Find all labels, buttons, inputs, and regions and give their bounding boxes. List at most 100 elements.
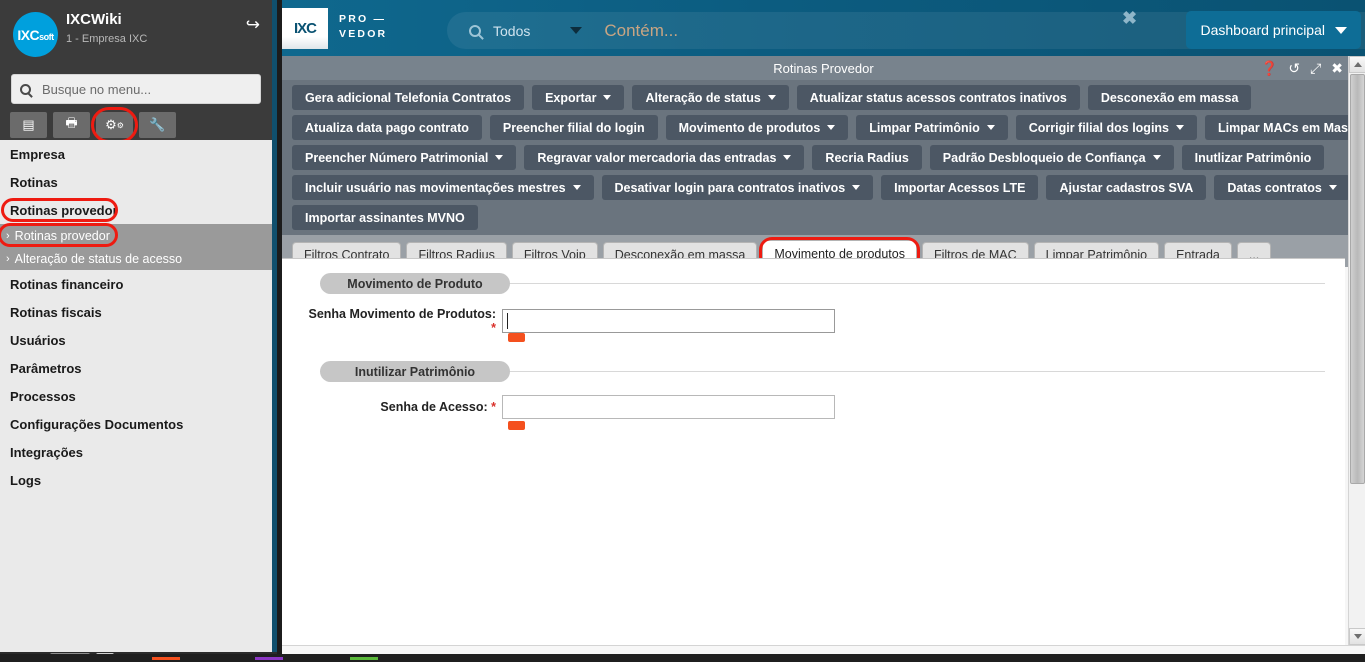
button-datas-contratos[interactable]: Datas contratos — [1214, 175, 1350, 200]
action-button-row: Importar assinantes MVNO — [282, 205, 1365, 230]
form-row-senha-de-acesso: Senha de Acesso: * — [302, 395, 1325, 430]
button-desconexao-em-massa[interactable]: Desconexão em massa — [1087, 85, 1252, 110]
sidebar-item-parametros[interactable]: Parâmetros — [0, 354, 272, 382]
highlight-ring-gears — [91, 107, 138, 143]
fieldset-legend: Movimento de Produto — [320, 273, 510, 294]
os-taskbar-strip — [0, 654, 1365, 662]
button-limpar-macs-em-massa[interactable]: Limpar MACs em Massa — [1205, 115, 1365, 140]
chevron-down-icon — [572, 185, 581, 190]
action-button-row: Preencher Número Patrimonial Regravar va… — [282, 145, 1365, 175]
global-search-input[interactable] — [602, 19, 1103, 42]
taskbar-item-2 — [255, 657, 283, 660]
screen-root: IXCsoft IXCWiki 1 - Empresa IXC ↪ ▤ 🖶 ⚙⚙… — [0, 0, 1365, 662]
button-alteracao-de-status[interactable]: Alteração de status — [632, 85, 789, 110]
sidebar-item-label: Parâmetros — [10, 360, 82, 376]
sidebar-item-integracoes[interactable]: Integrações — [0, 438, 272, 466]
sidebar-item-logs[interactable]: Logs — [0, 466, 272, 494]
chevron-down-icon[interactable] — [570, 27, 583, 34]
list-view-icon[interactable]: ▤ — [10, 112, 47, 138]
clear-search-icon[interactable]: ✖ — [1122, 8, 1137, 29]
menu-search-input[interactable] — [40, 80, 250, 98]
product-name: PRO — VEDOR — [339, 12, 387, 42]
button-preencher-filial-do-login[interactable]: Preencher filial do login — [489, 115, 658, 140]
required-marker: * — [491, 400, 496, 414]
product-line-2: VEDOR — [339, 28, 388, 40]
sidebar-item-rotinas-provedor[interactable]: Rotinas provedor — [0, 196, 272, 224]
sidebar-item-rotinas-fiscais[interactable]: Rotinas fiscais — [0, 298, 272, 326]
history-icon[interactable]: ↺ — [1288, 61, 1300, 75]
password-strength-indicator — [508, 421, 525, 430]
sidebar-tool-row: ▤ 🖶 ⚙ ⚙ 🔧 — [0, 107, 272, 143]
sidebar-subitem-rotinas-provedor[interactable]: › Rotinas provedor — [0, 223, 272, 247]
button-inutilizar-patrimonio[interactable]: Inutlizar Patrimônio — [1181, 145, 1325, 170]
sidebar-item-label: Rotinas provedor — [10, 202, 118, 218]
button-atualizar-status-acessos-contratos-inativos[interactable]: Atualizar status acessos contratos inati… — [796, 85, 1080, 110]
button-gera-adicional-telefonia-contratos[interactable]: Gera adicional Telefonia Contratos — [292, 85, 525, 110]
button-label: Gera adicional Telefonia Contratos — [305, 90, 512, 105]
chevron-down-icon — [827, 125, 836, 130]
button-incluir-usuario-nas-movimentacoes-mestres[interactable]: Incluir usuário nas movimentações mestre… — [292, 175, 594, 200]
sidebar-item-rotinas[interactable]: Rotinas — [0, 168, 272, 196]
brand-subtitle: 1 - Empresa IXC — [66, 33, 148, 45]
gears-icon[interactable]: ⚙ ⚙ — [91, 107, 138, 143]
ixc-logo-text: IXC — [293, 20, 317, 37]
scroll-up-arrow-icon[interactable] — [1349, 56, 1365, 73]
button-exportar[interactable]: Exportar — [532, 85, 625, 110]
expand-icon[interactable]: ⤢ — [1310, 61, 1321, 75]
ixcsoft-logo: IXCsoft — [13, 12, 58, 57]
button-movimento-de-produtos[interactable]: Movimento de produtos — [665, 115, 849, 140]
help-icon[interactable]: ❓ — [1261, 61, 1278, 75]
sidebar-header: IXCsoft IXCWiki 1 - Empresa IXC ↪ — [0, 0, 272, 68]
sidebar-subitem-label: Alteração de status de acesso — [14, 251, 183, 266]
field-label: Senha Movimento de Produtos: * — [302, 307, 502, 335]
sidebar-item-processos[interactable]: Processos — [0, 382, 272, 410]
senha-movimento-produtos-input[interactable] — [502, 309, 835, 333]
fieldset-legend: Inutilizar Patrimônio — [320, 361, 510, 382]
senha-de-acesso-input[interactable] — [502, 395, 835, 419]
button-importar-acessos-lte[interactable]: Importar Acessos LTE — [881, 175, 1039, 200]
print-icon[interactable]: 🖶 — [53, 112, 90, 138]
button-desativar-login-para-contratos-inativos[interactable]: Desativar login para contratos inativos — [601, 175, 874, 200]
chevron-right-icon: › — [6, 252, 10, 265]
chevron-down-icon — [1335, 26, 1347, 34]
button-label: Atualizar status acessos contratos inati… — [809, 90, 1067, 105]
logo-suffix: soft — [39, 31, 54, 42]
dashboard-selector-button[interactable]: Dashboard principal — [1186, 11, 1361, 49]
sidebar-subitem-alteracao-status-acesso[interactable]: › Alteração de status de acesso — [0, 247, 272, 270]
chevron-down-icon — [852, 185, 861, 190]
button-limpar-patrimonio[interactable]: Limpar Patrimônio — [856, 115, 1008, 140]
sidebar-item-configuracoes-documentos[interactable]: Configurações Documentos — [0, 410, 272, 438]
button-corrigir-filial-dos-logins[interactable]: Corrigir filial dos logins — [1015, 115, 1198, 140]
wrench-icon[interactable]: 🔧 — [139, 112, 176, 138]
chevron-down-icon — [986, 125, 995, 130]
button-label: Preencher filial do login — [502, 120, 645, 135]
button-label: Corrigir filial dos logins — [1028, 120, 1170, 135]
sidebar-item-usuarios[interactable]: Usuários — [0, 326, 272, 354]
scroll-down-arrow-icon[interactable] — [1349, 628, 1365, 645]
button-preencher-numero-patrimonial[interactable]: Preencher Número Patrimonial — [292, 145, 517, 170]
button-label: Preencher Número Patrimonial — [305, 150, 489, 165]
fieldset-movimento-de-produto: Movimento de Produto Senha Movimento de … — [302, 273, 1325, 342]
field-label: Senha de Acesso: * — [302, 400, 502, 414]
sidebar-item-label: Processos — [10, 388, 76, 404]
button-atualiza-data-pago-contrato[interactable]: Atualiza data pago contrato — [292, 115, 482, 140]
vertical-scroll-thumb[interactable] — [1350, 74, 1365, 484]
required-marker: * — [491, 321, 496, 335]
brand-title: IXCWiki — [66, 11, 122, 28]
sidebar-item-label: Rotinas fiscais — [10, 304, 102, 320]
logout-icon[interactable]: ↪ — [246, 16, 260, 33]
button-ajustar-cadastros-sva[interactable]: Ajustar cadastros SVA — [1046, 175, 1207, 200]
text-cursor — [507, 313, 508, 329]
vertical-scrollbar[interactable] — [1348, 56, 1365, 645]
button-recria-radius[interactable]: Recria Radius — [812, 145, 922, 170]
close-icon[interactable]: ✖ — [1331, 61, 1343, 75]
sidebar-search-box[interactable] — [11, 74, 261, 104]
button-importar-assinantes-mvno[interactable]: Importar assinantes MVNO — [292, 205, 478, 230]
button-label: Ajustar cadastros SVA — [1059, 180, 1194, 195]
search-scope-label[interactable]: Todos — [493, 23, 530, 39]
button-label: Inutlizar Patrimônio — [1194, 150, 1312, 165]
sidebar-item-empresa[interactable]: Empresa — [0, 140, 272, 168]
sidebar-item-rotinas-financeiro[interactable]: Rotinas financeiro — [0, 270, 272, 298]
button-padrao-desbloqueio-de-confianca[interactable]: Padrão Desbloqueio de Confiança — [929, 145, 1174, 170]
button-regravar-valor-mercadoria-das-entradas[interactable]: Regravar valor mercadoria das entradas — [524, 145, 805, 170]
